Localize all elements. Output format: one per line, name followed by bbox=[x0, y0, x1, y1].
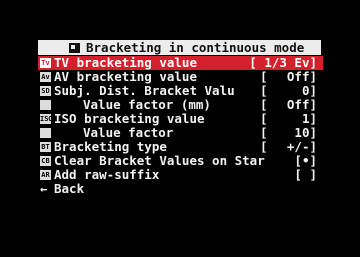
menu-title: Bracketing in continuous mode bbox=[86, 40, 305, 55]
menu-item-value: [•] bbox=[294, 153, 317, 168]
bracket-open: [ bbox=[260, 125, 268, 140]
menu-item-iso-bracketing[interactable]: ISO ISO bracketing value [ 1] bbox=[38, 112, 323, 126]
menu-item-value: 1] bbox=[301, 111, 317, 126]
menu-item-bracketing-type[interactable]: BT Bracketing type [ +/-] bbox=[38, 140, 323, 154]
iso-icon: ISO bbox=[40, 114, 53, 124]
menu-item-tv-bracketing[interactable]: Tv TV bracketing value [ 1/3 Ev] bbox=[38, 56, 323, 70]
menu-item-value: +/-] bbox=[286, 139, 317, 154]
back-label: Back bbox=[54, 181, 85, 196]
list-icon bbox=[40, 128, 51, 138]
menu-item-value: Off] bbox=[286, 97, 317, 112]
menu-item-label: Add raw-suffix bbox=[54, 167, 160, 182]
back-arrow-icon: ← bbox=[40, 182, 48, 196]
menu-item-add-raw-suffix[interactable]: AR Add raw-suffix [ ] bbox=[38, 168, 323, 182]
menu-item-label: TV bracketing value bbox=[54, 55, 197, 70]
menu-item-label: ISO bracketing value bbox=[54, 111, 205, 126]
tv-icon: Tv bbox=[40, 58, 51, 68]
menu-item-label: Value factor bbox=[83, 125, 174, 140]
bracket-open: [ bbox=[260, 97, 268, 112]
bracket-open: [ bbox=[260, 111, 268, 126]
back-item[interactable]: ← Back bbox=[38, 181, 323, 197]
menu-item-value: [ 1/3 Ev] bbox=[249, 55, 317, 70]
menu-item-av-bracketing[interactable]: Av AV bracketing value [ Off] bbox=[38, 70, 323, 84]
menu-item-label: Clear Bracket Values on Star bbox=[54, 153, 265, 168]
menu-title-bar: Bracketing in continuous mode bbox=[38, 40, 321, 55]
bracket-open: [ bbox=[260, 69, 268, 84]
menu-item-clear-bracket[interactable]: CB Clear Bracket Values on Star [•] bbox=[38, 154, 323, 168]
menu-item-value: 0] bbox=[301, 83, 317, 98]
menu-item-label: AV bracketing value bbox=[54, 69, 197, 84]
bracket-open: [ bbox=[260, 83, 268, 98]
menu-item-value: Off] bbox=[286, 69, 317, 84]
menu-item-label: Subj. Dist. Bracket Valu bbox=[54, 83, 235, 98]
checkbox-icon: AR bbox=[40, 170, 51, 180]
list-icon bbox=[40, 100, 51, 110]
menu-item-label: Bracketing type bbox=[54, 139, 167, 154]
menu-item-label: Value factor (mm) bbox=[83, 97, 211, 112]
bracketing-type-icon: BT bbox=[40, 142, 51, 152]
menu-item-value: [ ] bbox=[294, 167, 317, 182]
menu-item-value: 10] bbox=[294, 125, 317, 140]
menu-list: Tv TV bracketing value [ 1/3 Ev] Av AV b… bbox=[38, 56, 323, 196]
bracketing-icon bbox=[69, 42, 80, 53]
checkbox-icon: CB bbox=[40, 156, 51, 166]
menu-item-value-factor-mm[interactable]: Value factor (mm) [ Off] bbox=[38, 98, 323, 112]
menu-item-value-factor[interactable]: Value factor [ 10] bbox=[38, 126, 323, 140]
av-icon: Av bbox=[40, 72, 51, 82]
menu-item-subject-distance[interactable]: SD Subj. Dist. Bracket Valu [ 0] bbox=[38, 84, 323, 98]
bracket-open: [ bbox=[260, 139, 268, 154]
subject-distance-icon: SD bbox=[40, 86, 51, 96]
